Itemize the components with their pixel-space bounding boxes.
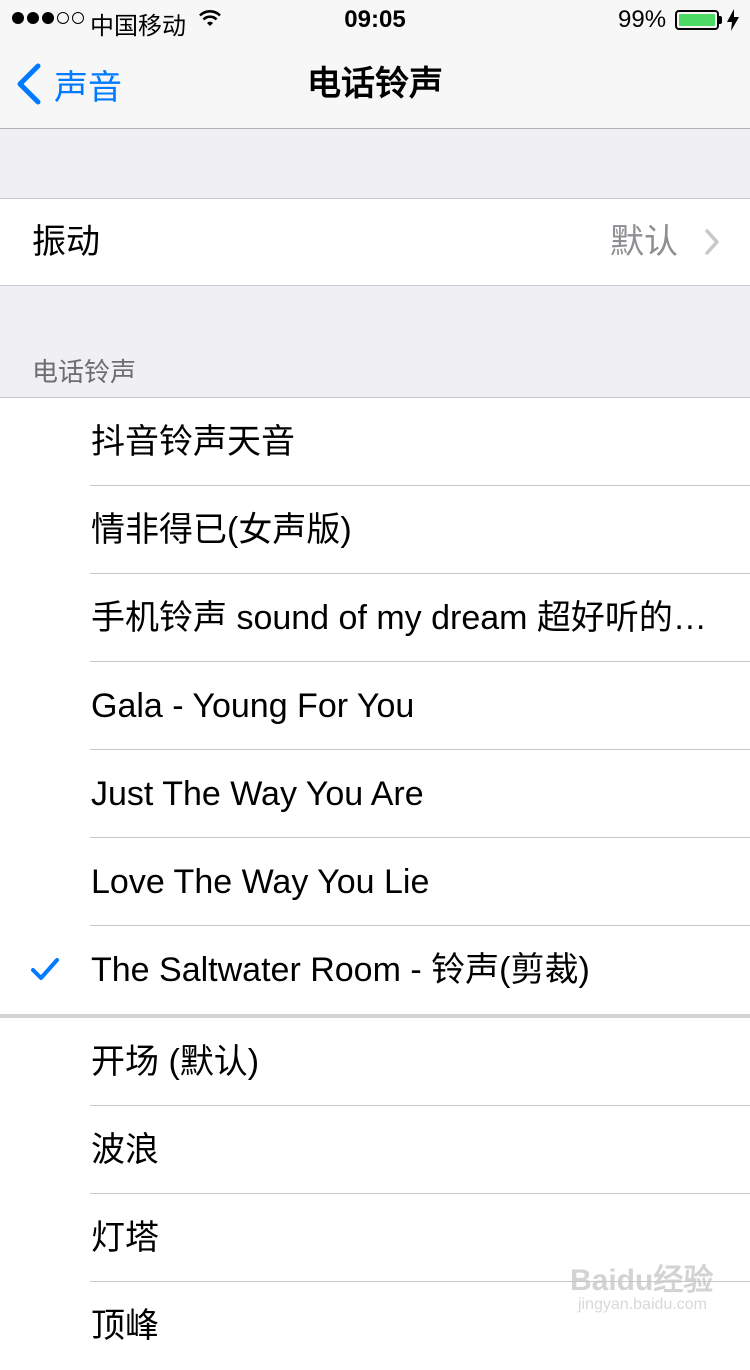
ringtone-label: 手机铃声 sound of my dream 超好听的… (91, 599, 707, 637)
ringtone-label: Gala - Young For You (91, 687, 415, 725)
ringtone-label: Love The Way You Lie (91, 863, 430, 901)
battery-tip (719, 16, 722, 24)
status-bar: 中国移动 09:05 99% (0, 0, 750, 40)
chevron-right-icon (705, 229, 719, 255)
ringtone-row[interactable]: Gala - Young For You (0, 662, 750, 750)
ringtone-label: 抖音铃声天音 (91, 423, 295, 461)
ringtones-section-header: 电话铃声 (32, 357, 137, 387)
ringtone-row[interactable]: Love The Way You Lie (0, 838, 750, 926)
ringtone-list: 抖音铃声天音 情非得已(女声版) 手机铃声 sound of my dream … (0, 397, 750, 1370)
baidu-watermark: Baidu经验 (570, 1264, 714, 1297)
ringtone-label: Just The Way You Are (91, 775, 424, 813)
vibration-value: 默认 (610, 223, 678, 261)
ringtone-row[interactable]: Just The Way You Are (0, 750, 750, 838)
vibration-label: 振动 (32, 223, 100, 261)
ringtone-label: The Saltwater Room - 铃声(剪裁) (91, 951, 590, 989)
navigation-bar: 声音 电话铃声 (0, 40, 750, 129)
ringtone-label: 情非得已(女声版) (91, 511, 352, 549)
ringtone-row[interactable]: 抖音铃声天音 (0, 398, 750, 486)
charging-bolt-icon (727, 9, 739, 31)
ringtone-row-selected[interactable]: The Saltwater Room - 铃声(剪裁) (0, 926, 750, 1014)
ringtone-row[interactable]: 手机铃声 sound of my dream 超好听的… (0, 574, 750, 662)
ringtone-label: 波浪 (91, 1131, 159, 1169)
battery-percentage: 99% (618, 6, 667, 33)
ringtone-row[interactable]: 开场 (默认) (0, 1018, 750, 1106)
ringtone-row[interactable]: 波浪 (0, 1106, 750, 1194)
battery-icon (675, 10, 719, 30)
vibration-row[interactable]: 振动 默认 (0, 198, 750, 286)
ringtone-row[interactable]: 情非得已(女声版) (0, 486, 750, 574)
page-title: 电话铃声 (307, 65, 443, 103)
ringtone-label: 开场 (默认) (91, 1043, 260, 1081)
battery-level (679, 14, 715, 26)
checkmark-icon (31, 958, 59, 980)
baidu-watermark-url: jingyan.baidu.com (578, 1296, 707, 1313)
